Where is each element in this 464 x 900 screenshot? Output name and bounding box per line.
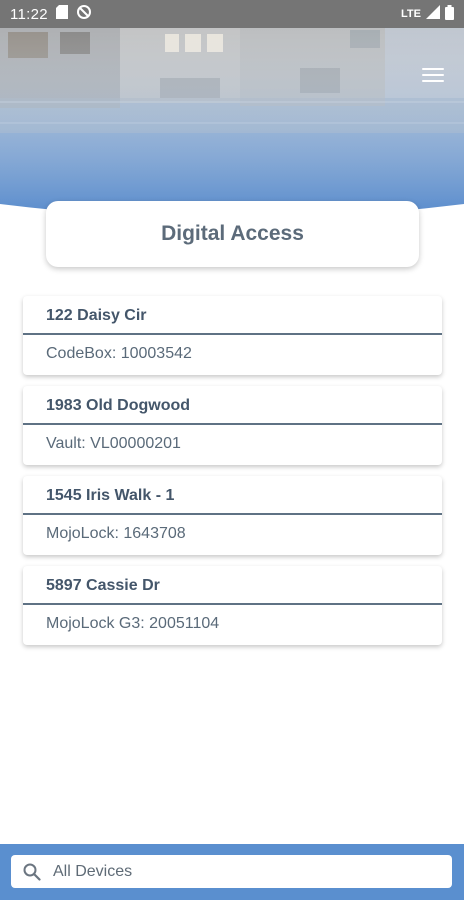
page-title: Digital Access — [161, 222, 304, 245]
data-saver-icon — [76, 4, 92, 24]
device-address: 5897 Cassie Dr — [23, 566, 442, 605]
search-icon — [23, 863, 41, 881]
search-box[interactable] — [11, 855, 452, 888]
network-type: LTE — [401, 8, 421, 20]
bottom-search-bar — [0, 844, 464, 900]
hamburger-menu-icon[interactable] — [422, 68, 444, 86]
battery-icon — [445, 4, 454, 24]
device-card[interactable]: 122 Daisy Cir CodeBox: 10003542 — [23, 296, 442, 375]
device-address: 122 Daisy Cir — [23, 296, 442, 335]
status-bar: 11:22 LTE — [0, 0, 464, 28]
device-lockbox-info: Vault: VL00000201 — [46, 435, 181, 452]
signal-icon — [426, 5, 440, 23]
search-input[interactable] — [51, 861, 435, 882]
device-lockbox-info: MojoLock G3: 20051104 — [46, 615, 220, 632]
building-photo — [0, 28, 464, 218]
device-card[interactable]: 5897 Cassie Dr MojoLock G3: 20051104 — [23, 566, 442, 645]
header-banner — [0, 28, 464, 218]
device-lockbox-info: CodeBox: 10003542 — [46, 345, 192, 362]
title-card: Digital Access — [46, 201, 419, 267]
app-screen: 11:22 LTE Digital Access 122 Daisy Cir C… — [0, 0, 464, 900]
status-time: 11:22 — [10, 5, 48, 23]
device-lockbox-info: MojoLock: 1643708 — [46, 525, 186, 542]
device-address: 1983 Old Dogwood — [23, 386, 442, 425]
device-card[interactable]: 1545 Iris Walk - 1 MojoLock: 1643708 — [23, 476, 442, 555]
device-card[interactable]: 1983 Old Dogwood Vault: VL00000201 — [23, 386, 442, 465]
device-address: 1545 Iris Walk - 1 — [23, 476, 442, 515]
sd-card-icon — [55, 5, 68, 23]
device-list: 122 Daisy Cir CodeBox: 10003542 1983 Old… — [23, 296, 442, 656]
